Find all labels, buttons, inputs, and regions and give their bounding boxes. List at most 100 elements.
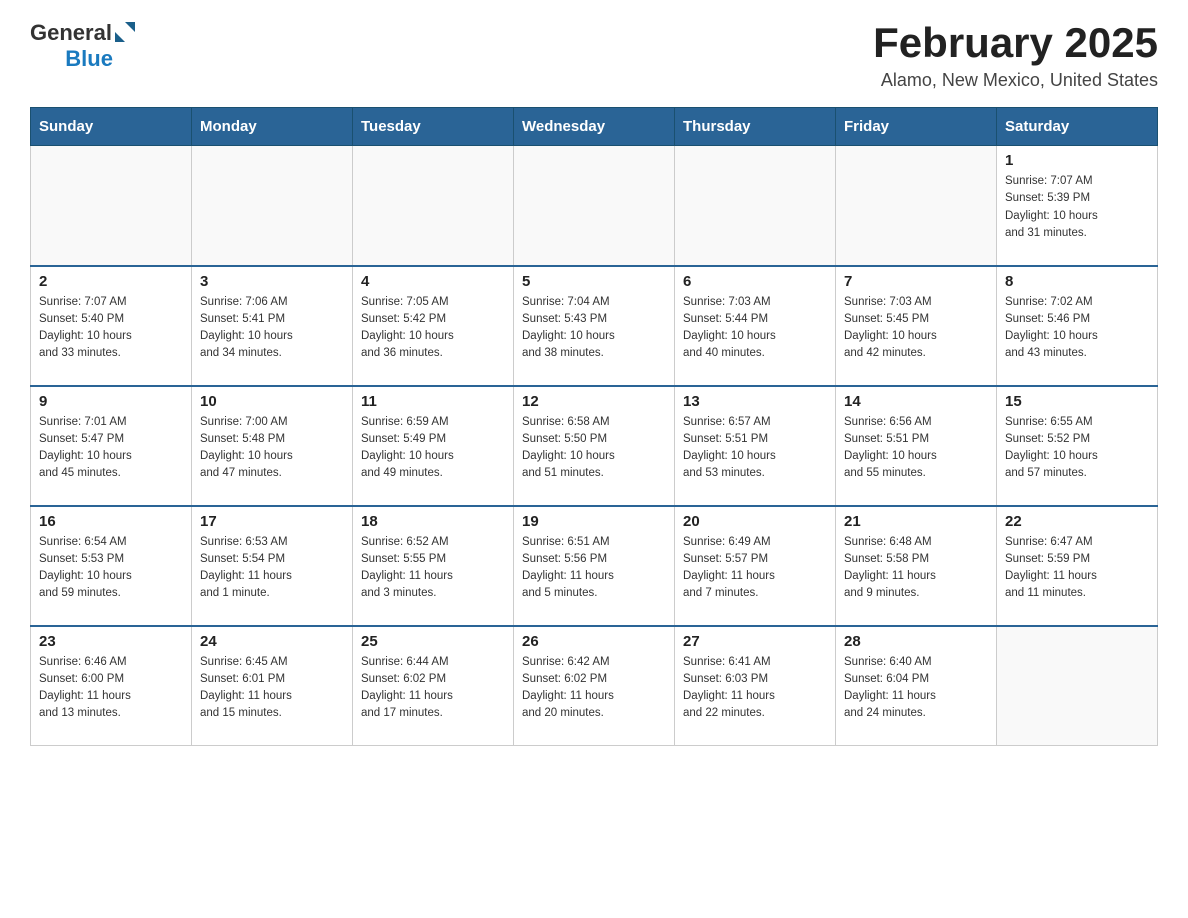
day-number: 2	[39, 273, 183, 290]
day-info: Sunrise: 7:02 AMSunset: 5:46 PMDaylight:…	[1005, 294, 1149, 363]
calendar-cell: 6 Sunrise: 7:03 AMSunset: 5:44 PMDaylight…	[675, 266, 836, 386]
calendar-cell: 25 Sunrise: 6:44 AMSunset: 6:02 PMDayligh…	[353, 626, 514, 746]
day-info: Sunrise: 7:05 AMSunset: 5:42 PMDaylight:…	[361, 294, 505, 363]
weekday-header-tuesday: Tuesday	[353, 108, 514, 146]
day-info: Sunrise: 6:48 AMSunset: 5:58 PMDaylight:…	[844, 534, 988, 603]
calendar-cell	[353, 146, 514, 266]
day-info: Sunrise: 6:40 AMSunset: 6:04 PMDaylight:…	[844, 654, 988, 723]
day-number: 28	[844, 633, 988, 650]
day-number: 10	[200, 393, 344, 410]
day-info: Sunrise: 7:07 AMSunset: 5:39 PMDaylight:…	[1005, 173, 1149, 242]
day-info: Sunrise: 6:52 AMSunset: 5:55 PMDaylight:…	[361, 534, 505, 603]
weekday-header-monday: Monday	[192, 108, 353, 146]
weekday-header-saturday: Saturday	[997, 108, 1158, 146]
calendar-cell: 20Sunrise: 6:49 AMSunset: 5:57 PMDayligh…	[675, 506, 836, 626]
calendar-cell: 1 Sunrise: 7:07 AMSunset: 5:39 PMDaylight…	[997, 146, 1158, 266]
weekday-header-sunday: Sunday	[31, 108, 192, 146]
day-number: 18	[361, 513, 505, 530]
calendar-cell: 12Sunrise: 6:58 AMSunset: 5:50 PMDayligh…	[514, 386, 675, 506]
day-number: 11	[361, 393, 505, 410]
logo-blue-text: Blue	[65, 46, 113, 72]
day-number: 12	[522, 393, 666, 410]
calendar-cell: 26 Sunrise: 6:42 AMSunset: 6:02 PMDayligh…	[514, 626, 675, 746]
day-info: Sunrise: 7:07 AMSunset: 5:40 PMDaylight:…	[39, 294, 183, 363]
day-info: Sunrise: 6:41 AMSunset: 6:03 PMDaylight:…	[683, 654, 827, 723]
calendar-cell: 10 Sunrise: 7:00 AMSunset: 5:48 PMDayligh…	[192, 386, 353, 506]
calendar-cell: 16Sunrise: 6:54 AMSunset: 5:53 PMDayligh…	[31, 506, 192, 626]
day-number: 20	[683, 513, 827, 530]
calendar-cell: 15 Sunrise: 6:55 AMSunset: 5:52 PMDayligh…	[997, 386, 1158, 506]
day-number: 26	[522, 633, 666, 650]
calendar-cell	[31, 146, 192, 266]
calendar-cell: 22Sunrise: 6:47 AMSunset: 5:59 PMDayligh…	[997, 506, 1158, 626]
calendar-cell: 9Sunrise: 7:01 AMSunset: 5:47 PMDaylight…	[31, 386, 192, 506]
day-info: Sunrise: 6:55 AMSunset: 5:52 PMDaylight:…	[1005, 414, 1149, 483]
calendar-cell: 7 Sunrise: 7:03 AMSunset: 5:45 PMDaylight…	[836, 266, 997, 386]
day-number: 19	[522, 513, 666, 530]
calendar-cell: 18 Sunrise: 6:52 AMSunset: 5:55 PMDayligh…	[353, 506, 514, 626]
calendar-cell: 19 Sunrise: 6:51 AMSunset: 5:56 PMDayligh…	[514, 506, 675, 626]
day-number: 27	[683, 633, 827, 650]
month-year-title: February 2025	[873, 20, 1158, 66]
day-number: 6	[683, 273, 827, 290]
calendar-cell	[836, 146, 997, 266]
weekday-header-row: SundayMondayTuesdayWednesdayThursdayFrid…	[31, 108, 1158, 146]
day-info: Sunrise: 6:53 AMSunset: 5:54 PMDaylight:…	[200, 534, 344, 603]
calendar-cell: 4 Sunrise: 7:05 AMSunset: 5:42 PMDaylight…	[353, 266, 514, 386]
day-number: 23	[39, 633, 183, 650]
day-number: 24	[200, 633, 344, 650]
calendar-week-row: 2 Sunrise: 7:07 AMSunset: 5:40 PMDaylight…	[31, 266, 1158, 386]
day-number: 22	[1005, 513, 1149, 530]
day-number: 1	[1005, 152, 1149, 169]
calendar-week-row: 1 Sunrise: 7:07 AMSunset: 5:39 PMDaylight…	[31, 146, 1158, 266]
calendar-cell: 27 Sunrise: 6:41 AMSunset: 6:03 PMDayligh…	[675, 626, 836, 746]
day-info: Sunrise: 7:03 AMSunset: 5:44 PMDaylight:…	[683, 294, 827, 363]
location-subtitle: Alamo, New Mexico, United States	[873, 70, 1158, 91]
day-number: 25	[361, 633, 505, 650]
day-number: 5	[522, 273, 666, 290]
weekday-header-thursday: Thursday	[675, 108, 836, 146]
calendar-cell	[192, 146, 353, 266]
calendar-cell: 17Sunrise: 6:53 AMSunset: 5:54 PMDayligh…	[192, 506, 353, 626]
day-info: Sunrise: 6:46 AMSunset: 6:00 PMDaylight:…	[39, 654, 183, 723]
calendar-cell: 21 Sunrise: 6:48 AMSunset: 5:58 PMDayligh…	[836, 506, 997, 626]
day-number: 15	[1005, 393, 1149, 410]
day-number: 21	[844, 513, 988, 530]
logo-general-text: General	[30, 20, 112, 46]
day-info: Sunrise: 6:51 AMSunset: 5:56 PMDaylight:…	[522, 534, 666, 603]
calendar-week-row: 23 Sunrise: 6:46 AMSunset: 6:00 PMDayligh…	[31, 626, 1158, 746]
calendar-cell	[675, 146, 836, 266]
calendar-cell: 11 Sunrise: 6:59 AMSunset: 5:49 PMDayligh…	[353, 386, 514, 506]
day-info: Sunrise: 6:57 AMSunset: 5:51 PMDaylight:…	[683, 414, 827, 483]
day-info: Sunrise: 6:59 AMSunset: 5:49 PMDaylight:…	[361, 414, 505, 483]
day-number: 14	[844, 393, 988, 410]
calendar-cell: 28 Sunrise: 6:40 AMSunset: 6:04 PMDayligh…	[836, 626, 997, 746]
calendar-cell: 8 Sunrise: 7:02 AMSunset: 5:46 PMDaylight…	[997, 266, 1158, 386]
day-info: Sunrise: 7:03 AMSunset: 5:45 PMDaylight:…	[844, 294, 988, 363]
day-info: Sunrise: 6:45 AMSunset: 6:01 PMDaylight:…	[200, 654, 344, 723]
calendar-week-row: 9Sunrise: 7:01 AMSunset: 5:47 PMDaylight…	[31, 386, 1158, 506]
calendar-cell: 24 Sunrise: 6:45 AMSunset: 6:01 PMDayligh…	[192, 626, 353, 746]
day-info: Sunrise: 6:42 AMSunset: 6:02 PMDaylight:…	[522, 654, 666, 723]
calendar-cell	[997, 626, 1158, 746]
day-number: 13	[683, 393, 827, 410]
day-info: Sunrise: 6:56 AMSunset: 5:51 PMDaylight:…	[844, 414, 988, 483]
calendar-cell: 5Sunrise: 7:04 AMSunset: 5:43 PMDaylight…	[514, 266, 675, 386]
day-info: Sunrise: 6:54 AMSunset: 5:53 PMDaylight:…	[39, 534, 183, 603]
weekday-header-wednesday: Wednesday	[514, 108, 675, 146]
calendar-cell	[514, 146, 675, 266]
day-number: 8	[1005, 273, 1149, 290]
day-number: 7	[844, 273, 988, 290]
calendar-cell: 13 Sunrise: 6:57 AMSunset: 5:51 PMDayligh…	[675, 386, 836, 506]
logo: General Blue	[30, 20, 135, 72]
title-block: February 2025 Alamo, New Mexico, United …	[873, 20, 1158, 91]
calendar-cell: 3Sunrise: 7:06 AMSunset: 5:41 PMDaylight…	[192, 266, 353, 386]
day-number: 4	[361, 273, 505, 290]
day-info: Sunrise: 7:00 AMSunset: 5:48 PMDaylight:…	[200, 414, 344, 483]
page-header: General Blue February 2025 Alamo, New Me…	[30, 20, 1158, 91]
calendar-cell: 14 Sunrise: 6:56 AMSunset: 5:51 PMDayligh…	[836, 386, 997, 506]
day-number: 9	[39, 393, 183, 410]
day-info: Sunrise: 6:44 AMSunset: 6:02 PMDaylight:…	[361, 654, 505, 723]
day-info: Sunrise: 7:06 AMSunset: 5:41 PMDaylight:…	[200, 294, 344, 363]
calendar-week-row: 16Sunrise: 6:54 AMSunset: 5:53 PMDayligh…	[31, 506, 1158, 626]
